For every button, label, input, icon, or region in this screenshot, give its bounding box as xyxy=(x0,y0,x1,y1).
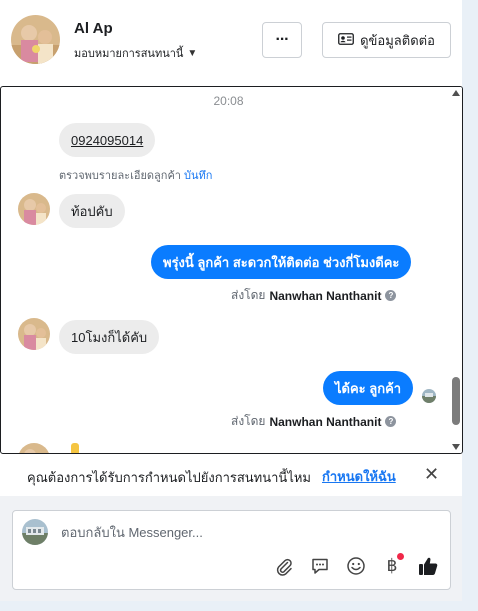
outgoing-message[interactable]: ได้คะ ลูกค้า xyxy=(323,371,414,405)
saved-replies-icon[interactable] xyxy=(309,555,331,577)
scroll-thumb[interactable] xyxy=(452,377,460,425)
message-timestamp: 20:08 xyxy=(213,94,244,108)
page-avatar xyxy=(22,519,48,545)
scroll-down-arrow-icon[interactable] xyxy=(452,444,460,450)
assign-to-me-link[interactable]: กำหนดให้ฉัน xyxy=(322,466,396,487)
composer-area: ฿ xyxy=(0,496,462,601)
incoming-message-phone[interactable]: 0924095014 xyxy=(59,123,156,157)
attachment-icon[interactable] xyxy=(273,555,295,577)
contact-name: Al Ap xyxy=(74,20,113,37)
sent-by-line: ส่งโดย Nanwhan Nanthanit ? xyxy=(231,412,397,431)
seen-avatar xyxy=(422,389,436,403)
assign-prompt-bar: คุณต้องการได้รับการกำหนดไปยังการสนทนานี้… xyxy=(0,455,462,495)
more-icon: ··· xyxy=(275,31,290,48)
sent-by-line: ส่งโดย Nanwhan Nanthanit ? xyxy=(231,286,397,305)
message-thread[interactable]: 20:08 0924095014 ตรวจพบรายละเอียดลูกค้า … xyxy=(0,86,463,454)
message-text: 10โมงก็ได้คับ xyxy=(71,329,148,345)
sender-avatar xyxy=(18,193,50,225)
incoming-message[interactable]: ท้อปคับ xyxy=(59,194,125,228)
payment-baht-icon[interactable]: ฿ xyxy=(381,553,404,577)
reply-composer: ฿ xyxy=(12,510,451,590)
view-contact-label: ดูข้อมูลติดต่อ xyxy=(360,32,435,48)
page-background-bottom xyxy=(0,601,478,611)
thread-scrollbar[interactable] xyxy=(450,87,462,453)
sender-avatar xyxy=(18,318,50,350)
scroll-up-arrow-icon[interactable] xyxy=(452,90,460,96)
message-text: พรุ่งนี้ ลูกค้า สะดวกให้ติดต่อ ช่วงกี่โม… xyxy=(163,254,400,270)
conversation-header: Al Ap มอบหมายการสนทนานี้ ▼ ··· ดูข้อมูลต… xyxy=(0,0,462,84)
contact-card-icon xyxy=(338,32,354,48)
close-icon[interactable]: ✕ xyxy=(424,465,439,483)
view-contact-button[interactable]: ดูข้อมูลติดต่อ xyxy=(322,22,451,58)
thumbs-up-emoji-icon xyxy=(71,443,79,453)
customer-details-notice: ตรวจพบรายละเอียดลูกค้า บันทึก xyxy=(59,166,212,184)
contact-avatar[interactable] xyxy=(11,15,60,64)
sent-by-prefix: ส่งโดย xyxy=(231,414,266,428)
sent-by-name: Nanwhan Nanthanit xyxy=(269,288,382,303)
save-details-link[interactable]: บันทึก xyxy=(184,170,212,182)
emoji-icon[interactable] xyxy=(345,555,367,577)
info-icon[interactable]: ? xyxy=(385,416,397,427)
outgoing-message[interactable]: พรุ่งนี้ ลูกค้า สะดวกให้ติดต่อ ช่วงกี่โม… xyxy=(151,245,412,279)
assign-conversation-dropdown[interactable]: มอบหมายการสนทนานี้ ▼ xyxy=(74,44,197,62)
customer-details-text: ตรวจพบรายละเอียดลูกค้า xyxy=(59,170,181,182)
page-background-strip xyxy=(462,0,478,611)
sent-by-prefix: ส่งโดย xyxy=(231,288,266,302)
sent-by-name: Nanwhan Nanthanit xyxy=(269,414,382,429)
notification-dot xyxy=(397,553,404,560)
info-icon[interactable]: ? xyxy=(385,290,397,301)
phone-number-link[interactable]: 0924095014 xyxy=(71,133,143,148)
assign-question: คุณต้องการได้รับการกำหนดไปยังการสนทนานี้… xyxy=(27,470,311,485)
sender-avatar xyxy=(18,443,50,453)
like-thumbs-up-icon[interactable] xyxy=(417,555,439,577)
more-options-button[interactable]: ··· xyxy=(262,22,302,58)
chevron-down-icon: ▼ xyxy=(187,47,198,59)
reply-input[interactable] xyxy=(61,521,431,543)
assign-label: มอบหมายการสนทนานี้ xyxy=(74,48,184,60)
message-text: ท้อปคับ xyxy=(71,203,113,219)
message-text: ได้คะ ลูกค้า xyxy=(335,380,402,396)
incoming-message[interactable]: 10โมงก็ได้คับ xyxy=(59,320,160,354)
